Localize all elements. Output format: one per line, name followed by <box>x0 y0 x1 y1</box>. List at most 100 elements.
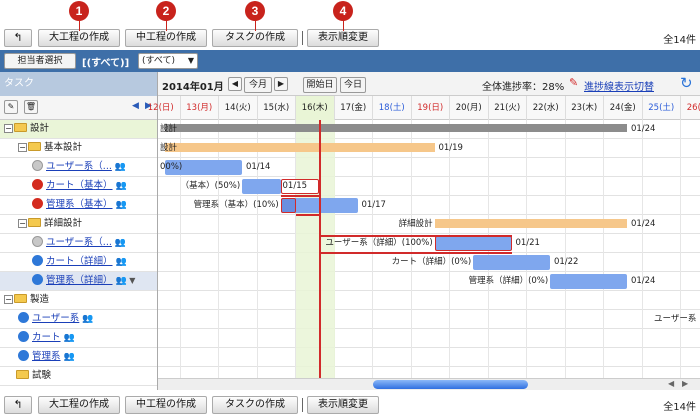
task-tree-row[interactable]: カート（基本） 👥 <box>0 177 157 196</box>
day-header-cell: 25(土) <box>643 96 681 120</box>
edit-icon[interactable]: ✎ <box>4 100 18 114</box>
bottom-back-button[interactable]: ↰ <box>4 396 32 414</box>
horizontal-scrollbar[interactable]: ◀ ▶ <box>158 378 700 390</box>
task-bar-progress[interactable] <box>280 198 296 213</box>
folder-icon <box>28 218 41 227</box>
collapse-toggle-icon[interactable]: − <box>4 295 13 304</box>
task-tree-row[interactable]: − 基本設計 <box>0 139 157 158</box>
task-tree-row[interactable]: ユーザー系（... 👥 <box>0 234 157 253</box>
bottom-create-major-process-button[interactable]: 大工程の作成 <box>38 396 120 414</box>
task-bar[interactable] <box>434 236 512 251</box>
start-day-button[interactable]: 開始日 <box>303 77 337 93</box>
task-tree-row[interactable]: カート（詳細） 👥 <box>0 253 157 272</box>
task-link[interactable]: 管理系（詳細） <box>46 275 113 286</box>
task-link[interactable]: カート（詳細） <box>46 256 113 267</box>
day-header-cell: 23(木) <box>566 96 604 120</box>
task-link[interactable]: 管理系（基本） <box>46 199 113 210</box>
trash-icon[interactable]: 🗑 <box>24 100 38 114</box>
task-tree-row[interactable]: − 製造 <box>0 291 157 310</box>
chevron-down-icon: ▼ <box>187 56 194 65</box>
folder-icon <box>14 123 27 132</box>
selected-assignee: [(すべて)] <box>82 58 130 69</box>
next-month-button[interactable]: ▶ <box>274 77 288 91</box>
back-button[interactable]: ↰ <box>4 29 32 47</box>
task-tree-row[interactable]: 管理系（基本） 👥 <box>0 196 157 215</box>
task-link[interactable]: ユーザー系（... <box>46 161 112 172</box>
task-link[interactable]: 管理系 <box>32 351 61 362</box>
phase-bar[interactable] <box>165 143 435 152</box>
scroll-right-arrow-icon[interactable]: ▶ <box>682 379 688 388</box>
task-tree-row[interactable]: ユーザー系（... 👥 <box>0 158 157 177</box>
scrollbar-thumb[interactable] <box>373 380 528 389</box>
gantt-days-row: 12(日) 13(月) 14(火) 15(水) 16(木) 17(金) 18(土) 19(日)… <box>148 96 700 120</box>
bar-end-label: 01/24 <box>630 219 656 229</box>
create-mid-process-button[interactable]: 中工程の作成 <box>125 29 207 47</box>
folder-icon <box>14 294 27 303</box>
task-status-icon <box>18 350 29 361</box>
progress-line-toggle-link[interactable]: 進捗線表示切替 <box>584 78 654 93</box>
assignee-dropdown[interactable]: (すべて) ▼ <box>138 53 198 69</box>
summary-bar[interactable] <box>165 124 628 132</box>
task-status-icon <box>32 255 43 266</box>
collapse-toggle-icon[interactable]: − <box>18 143 27 152</box>
scroll-left-arrow-icon[interactable]: ◀ <box>668 379 674 388</box>
change-order-button[interactable]: 表示順変更 <box>307 29 379 47</box>
task-link[interactable]: ユーザー系（... <box>46 237 112 248</box>
assignee-icon[interactable]: 👥 <box>64 329 75 347</box>
folder-icon <box>28 142 41 151</box>
bottom-change-order-button[interactable]: 表示順変更 <box>307 396 379 414</box>
bottom-create-task-button[interactable]: タスクの作成 <box>212 396 298 414</box>
task-link[interactable]: カート <box>32 332 61 343</box>
task-bar[interactable] <box>550 274 628 289</box>
task-link[interactable]: カート（基本） <box>46 180 113 191</box>
task-bar[interactable] <box>473 255 551 270</box>
task-bar[interactable] <box>242 179 281 194</box>
task-tree-row[interactable]: − 詳細設計 <box>0 215 157 234</box>
refresh-icon[interactable]: ↻ <box>680 74 693 92</box>
assignee-icon[interactable]: 👥 <box>82 310 93 328</box>
assignee-icon[interactable]: 👥 <box>64 348 75 366</box>
bar-left-label: （基本）(50%) <box>180 181 241 191</box>
collapse-toggle-icon[interactable]: − <box>18 219 27 228</box>
assignee-icon[interactable]: 👥 <box>116 196 127 214</box>
task-tree-row[interactable]: 管理系（詳細） 👥 ▼ <box>0 272 157 291</box>
bar-end-label: 01/19 <box>438 143 463 153</box>
task-tree-row[interactable]: − 設計 <box>0 120 157 139</box>
day-gridline <box>218 120 219 378</box>
task-column-header: タスク <box>0 72 157 96</box>
toolbar-separator <box>302 31 303 45</box>
assignee-icon[interactable]: 👥 <box>116 272 127 290</box>
prev-month-button[interactable]: ◀ <box>228 77 242 91</box>
task-status-icon <box>32 236 43 247</box>
filter-bar: 担当者選択 [(すべて)] (すべて) ▼ <box>0 50 700 72</box>
task-tree-row[interactable]: 試験 <box>0 367 157 386</box>
day-gridline <box>641 120 643 378</box>
assignee-select-button[interactable]: 担当者選択 <box>4 53 76 69</box>
task-tree-row[interactable]: ユーザー系 👥 <box>0 310 157 329</box>
assignee-icon[interactable]: 👥 <box>115 158 126 176</box>
today-button[interactable]: 今日 <box>340 77 366 93</box>
day-header-cell: 15(水) <box>258 96 296 120</box>
scroll-left-icon[interactable]: ◀ <box>132 101 139 111</box>
bar-left-label: ユーザー系（詳細）(100%) <box>325 238 433 248</box>
assignee-icon[interactable]: 👥 <box>116 253 127 271</box>
task-tree-row[interactable]: カート 👥 <box>0 329 157 348</box>
collapse-toggle-icon[interactable]: − <box>4 124 13 133</box>
phase-bar[interactable] <box>434 219 628 228</box>
process-label: 製造 <box>30 294 50 305</box>
task-tree-row[interactable]: 管理系 👥 <box>0 348 157 367</box>
day-header-cell: 26(日) <box>681 96 700 120</box>
assignee-icon[interactable]: 👥 <box>116 177 127 195</box>
process-label: 詳細設計 <box>44 218 83 229</box>
assignee-icon[interactable]: 👥 <box>115 234 126 252</box>
task-link[interactable]: ユーザー系 <box>32 313 79 324</box>
gantt-header: 2014年01月 ◀ 今月 ▶ 開始日 今日 全体進捗率：28% ✎ 進捗線表示… <box>158 72 700 96</box>
bar-left-label: 設計 <box>160 143 178 153</box>
row-menu-chevron-icon[interactable]: ▼ <box>127 276 135 285</box>
bottom-create-mid-process-button[interactable]: 中工程の作成 <box>125 396 207 414</box>
day-gridline <box>564 120 566 378</box>
create-task-button[interactable]: タスクの作成 <box>212 29 298 47</box>
this-month-button[interactable]: 今月 <box>244 77 272 93</box>
callout-stem-2 <box>166 20 167 31</box>
create-major-process-button[interactable]: 大工程の作成 <box>38 29 120 47</box>
